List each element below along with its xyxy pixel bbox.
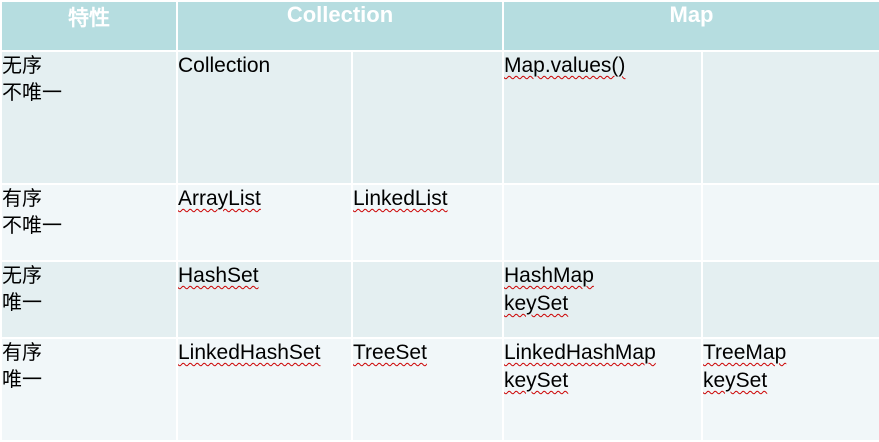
cell-text: HashMap: [504, 264, 594, 287]
feature-cell: 无序 不唯一: [0, 50, 178, 185]
feature-line: 唯一: [2, 290, 42, 314]
comparison-table: 特性 Collection Map 无序 不唯一 Collection Map.…: [0, 0, 879, 442]
feature-cell: 有序 唯一: [0, 337, 178, 442]
cell-text: TreeSet: [353, 341, 427, 364]
map-cell: [701, 183, 879, 262]
header-collection: Collection: [176, 0, 504, 52]
header-map: Map: [502, 0, 879, 52]
collection-cell: HashSet: [176, 260, 353, 339]
cell-text: ArrayList: [178, 187, 261, 210]
feature-line: 有序: [2, 186, 42, 210]
feature-line: 无序: [2, 53, 42, 77]
table-row: 无序 唯一 HashSet HashMap keySet: [0, 260, 879, 339]
cell-text: Collection: [178, 54, 271, 77]
cell-text: LinkedHashSet: [178, 341, 321, 364]
feature-line: 有序: [2, 340, 42, 364]
table-row: 有序 不唯一 ArrayList LinkedList: [0, 183, 879, 262]
header-row: 特性 Collection Map: [0, 0, 879, 52]
cell-text: Map.values(): [504, 54, 626, 77]
table-row: 无序 不唯一 Collection Map.values(): [0, 50, 879, 185]
collection-cell: TreeSet: [351, 337, 504, 442]
feature-line: 不唯一: [2, 80, 62, 104]
map-cell: [701, 260, 879, 339]
feature-cell: 无序 唯一: [0, 260, 178, 339]
header-feature: 特性: [0, 0, 178, 52]
collection-cell: LinkedHashSet: [176, 337, 353, 442]
cell-text: HashSet: [178, 264, 259, 287]
collection-cell: ArrayList: [176, 183, 353, 262]
table-row: 有序 唯一 LinkedHashSet TreeSet LinkedHashMa…: [0, 337, 879, 442]
map-cell: HashMap keySet: [502, 260, 703, 339]
feature-line: 不唯一: [2, 213, 62, 237]
cell-text: LinkedHashMap: [504, 341, 656, 364]
collection-cell: Collection: [176, 50, 353, 185]
map-cell: LinkedHashMap keySet: [502, 337, 703, 442]
map-cell: TreeMap keySet: [701, 337, 879, 442]
cell-text: keySet: [504, 292, 569, 315]
map-cell: [502, 183, 703, 262]
map-cell: Map.values(): [502, 50, 703, 185]
cell-text: TreeMap: [703, 341, 787, 364]
collection-cell: [351, 50, 504, 185]
feature-line: 无序: [2, 263, 42, 287]
feature-line: 唯一: [2, 367, 42, 391]
cell-text: LinkedList: [353, 187, 448, 210]
collection-cell: LinkedList: [351, 183, 504, 262]
cell-text: keySet: [703, 369, 768, 392]
cell-text: keySet: [504, 369, 569, 392]
map-cell: [701, 50, 879, 185]
collection-cell: [351, 260, 504, 339]
feature-cell: 有序 不唯一: [0, 183, 178, 262]
